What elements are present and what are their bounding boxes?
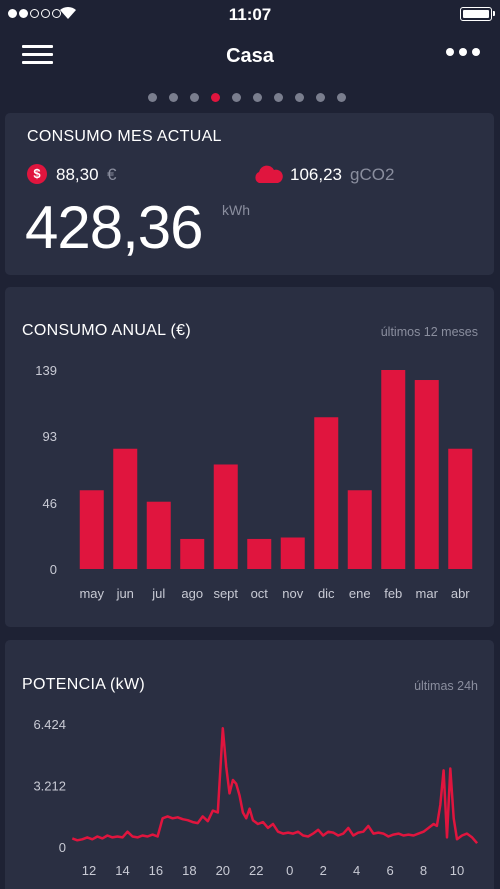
x-tick-label: 20 bbox=[216, 863, 230, 878]
bar-jun bbox=[113, 448, 138, 569]
annual-bar-chart: 0 46 93 139 may jun jul ago sept oct nov dic ene feb m… bbox=[35, 363, 473, 601]
x-tick-label: may bbox=[79, 586, 104, 601]
card-title: CONSUMO MES ACTUAL bbox=[27, 128, 222, 145]
x-tick-label: feb bbox=[384, 586, 402, 601]
power-series-line bbox=[71, 727, 479, 845]
x-tick-label: 0 bbox=[286, 863, 293, 878]
bar-jul bbox=[146, 501, 171, 569]
bar-may bbox=[79, 490, 104, 569]
y-tick-label: 3.212 bbox=[33, 779, 66, 794]
x-tick-label: 14 bbox=[115, 863, 129, 878]
page-dot[interactable] bbox=[190, 93, 199, 102]
x-tick-label: jun bbox=[116, 586, 134, 601]
x-tick-label: 2 bbox=[320, 863, 327, 878]
page-dot[interactable] bbox=[274, 93, 283, 102]
page-dot[interactable] bbox=[253, 93, 262, 102]
page-title: Casa bbox=[226, 45, 274, 67]
x-tick-label: abr bbox=[451, 586, 470, 601]
page-indicator[interactable] bbox=[148, 93, 346, 102]
x-tick-label: nov bbox=[282, 586, 303, 601]
status-time: 11:07 bbox=[228, 5, 272, 24]
y-tick-label: 6.424 bbox=[33, 717, 66, 732]
co2-unit: gCO2 bbox=[350, 165, 395, 184]
status-bar: 11:07 bbox=[0, 0, 500, 28]
current-month-card: CONSUMO MES ACTUAL $ 88,30 € 106,23 gCO2… bbox=[5, 113, 494, 275]
x-tick-label: ago bbox=[181, 586, 203, 601]
bar-sept bbox=[213, 464, 238, 569]
energy-unit: kWh bbox=[222, 202, 250, 218]
cost-value: 88,30 bbox=[56, 165, 99, 184]
x-tick-label: 16 bbox=[149, 863, 163, 878]
dollar-icon: $ bbox=[27, 164, 47, 184]
page-dot[interactable] bbox=[211, 93, 220, 102]
page-dot[interactable] bbox=[232, 93, 241, 102]
bar-feb bbox=[381, 370, 406, 569]
co2-value: 106,23 bbox=[290, 165, 342, 184]
page-dot[interactable] bbox=[295, 93, 304, 102]
y-tick-label: 0 bbox=[59, 840, 66, 855]
bar-nov bbox=[280, 537, 305, 569]
y-tick-label: 139 bbox=[35, 363, 57, 378]
cloud-icon bbox=[255, 165, 283, 183]
x-tick-label: oct bbox=[251, 586, 269, 601]
y-tick-label: 46 bbox=[43, 496, 57, 511]
x-tick-label: 18 bbox=[182, 863, 196, 878]
battery-icon bbox=[460, 7, 495, 21]
y-tick-label: 93 bbox=[43, 429, 57, 444]
x-tick-label: 22 bbox=[249, 863, 263, 878]
page-dot[interactable] bbox=[337, 93, 346, 102]
page-dot[interactable] bbox=[148, 93, 157, 102]
x-tick-label: 6 bbox=[386, 863, 393, 878]
x-tick-label: 12 bbox=[82, 863, 96, 878]
x-tick-label: 8 bbox=[420, 863, 427, 878]
cost-unit: € bbox=[107, 165, 117, 184]
bar-oct bbox=[247, 538, 272, 569]
x-tick-label: dic bbox=[318, 586, 335, 601]
page-dot[interactable] bbox=[316, 93, 325, 102]
bar-abr bbox=[448, 448, 473, 569]
energy-value: 428,36 bbox=[25, 194, 204, 261]
nav-bar: Casa bbox=[0, 28, 500, 88]
x-tick-label: 4 bbox=[353, 863, 360, 878]
more-icon[interactable] bbox=[446, 48, 480, 56]
page-dot[interactable] bbox=[169, 93, 178, 102]
bar-ago bbox=[180, 538, 205, 569]
x-tick-label: ene bbox=[349, 586, 371, 601]
power-line-chart: 0 3.212 6.424 12 14 16 18 20 22 0 2 4 6 8 10 bbox=[33, 717, 479, 878]
x-tick-label: sept bbox=[213, 586, 238, 601]
y-tick-label: 0 bbox=[50, 562, 57, 577]
bar-dic bbox=[314, 417, 339, 569]
power-card: POTENCIA (kW) últimas 24h 0 3.212 6.424 12 1… bbox=[5, 640, 494, 889]
annual-consumption-card: CONSUMO ANUAL (€) últimos 12 meses 0 46 93… bbox=[5, 287, 494, 627]
bar-ene bbox=[347, 490, 372, 569]
x-tick-label: mar bbox=[416, 586, 439, 601]
x-tick-label: jul bbox=[151, 586, 165, 601]
bar-mar bbox=[414, 380, 439, 569]
x-tick-label: 10 bbox=[450, 863, 464, 878]
